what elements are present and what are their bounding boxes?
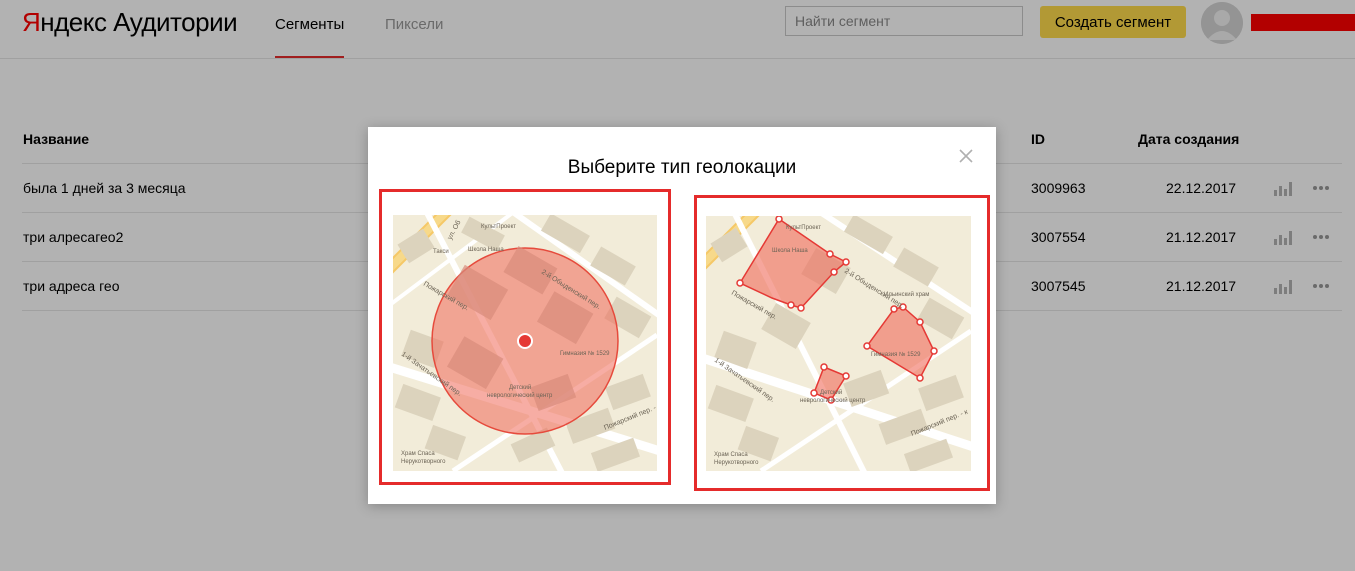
- map-label: Школа Наша: [468, 247, 504, 253]
- map-label: Такси: [433, 249, 449, 255]
- map-label: КультПроект: [786, 225, 821, 231]
- map-label: Нерукотворного: [714, 460, 759, 466]
- map-label: Нерукотворного: [401, 459, 446, 465]
- polygon-map-icon: КультПроект Школа Наша 2-й Обыденский пе…: [706, 216, 971, 471]
- map-label: Храм Спаса: [401, 451, 435, 457]
- map-label: неврологический центр: [800, 397, 866, 404]
- map-label: Гимназия № 1529: [560, 350, 610, 357]
- map-label: неврологический центр: [487, 392, 553, 399]
- map-label: Ильинский храм: [884, 291, 929, 298]
- map-label: Гимназия № 1529: [871, 351, 921, 358]
- map-label: КультПроект: [481, 224, 516, 230]
- geolocation-circle-option[interactable]: ул. Об КультПроект Школа Наша Такси 2-й …: [379, 189, 671, 485]
- map-label: Детский: [509, 384, 531, 391]
- map-label: Школа Наша: [772, 248, 808, 254]
- geolocation-type-dialog: Выберите тип геолокации ул. Об КультПрое…: [368, 127, 996, 504]
- map-label: Храм Спаса: [714, 452, 748, 458]
- geolocation-polygon-option[interactable]: КультПроект Школа Наша 2-й Обыденский пе…: [694, 195, 990, 491]
- radius-map-icon: ул. Об КультПроект Школа Наша Такси 2-й …: [393, 215, 657, 471]
- map-label: Детский: [820, 389, 842, 396]
- close-icon[interactable]: [958, 148, 974, 164]
- dialog-title: Выберите тип геолокации: [567, 157, 797, 178]
